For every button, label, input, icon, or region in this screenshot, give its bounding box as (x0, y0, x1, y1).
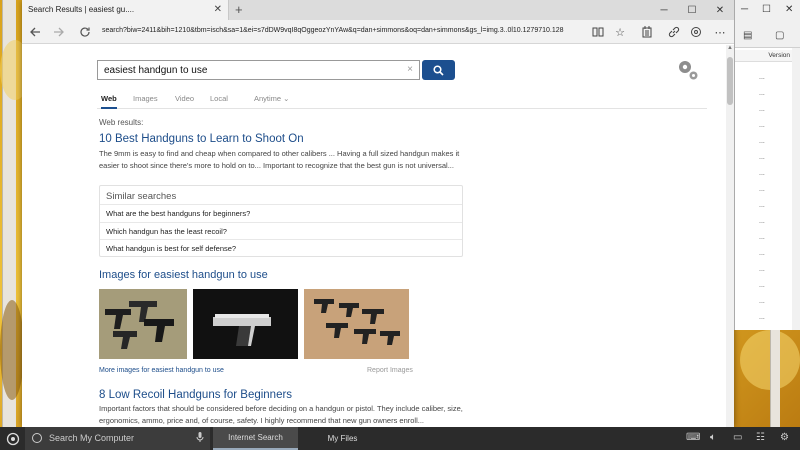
settings-icon[interactable]: ⚙ (780, 432, 789, 443)
taskbar-search-box[interactable]: Search My Computer (25, 427, 210, 450)
display-icon[interactable]: ▭ (733, 432, 742, 443)
version-cell: ... (759, 170, 765, 177)
close-button[interactable]: ✕ (706, 0, 734, 20)
search-vertical-tabs: Web Images Video Local Anytime ⌄ (97, 93, 707, 109)
version-cell: ... (759, 298, 765, 305)
toolbar-chevron-icon[interactable]: ▤ (743, 30, 752, 41)
similar-searches-heading: Similar searches (106, 191, 177, 202)
start-button[interactable] (4, 430, 22, 448)
window-controls: ─ ☐ ✕ (650, 0, 734, 20)
column-header-version[interactable]: Version (735, 50, 793, 62)
desktop-foliage (0, 300, 24, 400)
microphone-icon[interactable] (196, 431, 204, 446)
result-title-link[interactable]: 8 Low Recoil Handguns for Beginners (99, 389, 292, 401)
result-snippet: Important factors that should be conside… (99, 404, 463, 425)
similar-search-item[interactable]: Which handgun has the least recoil? (100, 222, 462, 239)
similar-search-item[interactable]: What are the best handguns for beginners… (100, 204, 462, 221)
vertical-scrollbar[interactable]: ▲ (726, 45, 734, 427)
navigation-bar: search?biw=2411&bih=1210&tbm=isch&sa=1&e… (22, 20, 734, 44)
tab-search-results[interactable]: Search Results | easiest gu.... ✕ (22, 0, 229, 20)
favorite-star-icon[interactable]: ☆ (612, 24, 628, 40)
more-images-link[interactable]: More images for easiest handgun to use (99, 367, 224, 374)
image-thumbnail[interactable] (99, 289, 187, 359)
similar-searches-box: Similar searches What are the best handg… (99, 185, 463, 257)
desktop-tree-trunk (770, 330, 780, 427)
search-button[interactable] (422, 60, 455, 80)
version-cell: ... (759, 250, 765, 257)
refresh-icon[interactable] (76, 23, 94, 41)
version-cell: ... (759, 234, 765, 241)
version-cell: ... (759, 122, 765, 129)
result-snippet: The 9mm is easy to find and cheap when c… (99, 149, 460, 170)
scrollbar-thumb[interactable] (727, 57, 733, 105)
browser-window: Search Results | easiest gu.... ✕ + ─ ☐ … (22, 0, 734, 427)
report-images-link[interactable]: Report Images (367, 367, 413, 374)
background-window-titlebar: ─ ☐ ✕ ▤ ▢ (735, 0, 800, 48)
minimize-button[interactable]: ─ (741, 4, 748, 15)
tab-anytime[interactable]: Anytime ⌄ (254, 94, 289, 103)
search-ring-icon (32, 433, 42, 443)
web-results-label: Web results: (99, 118, 144, 127)
version-cell: ... (759, 266, 765, 273)
version-cell: ... (759, 218, 765, 225)
version-cell: ... (759, 202, 765, 209)
address-bar[interactable]: search?biw=2411&bih=1210&tbm=isch&sa=1&e… (102, 24, 602, 40)
search-input[interactable]: easiest handgun to use × (97, 60, 420, 80)
reading-view-icon[interactable] (590, 24, 606, 40)
version-cell: ... (759, 106, 765, 113)
version-cell: ... (759, 74, 765, 81)
version-cell: ... (759, 138, 765, 145)
keyboard-icon[interactable]: ⌨ (686, 432, 700, 443)
tab-bar: Search Results | easiest gu.... ✕ + ─ ☐ … (22, 0, 734, 20)
new-tab-icon[interactable]: + (235, 2, 243, 17)
tab-video[interactable]: Video (175, 94, 194, 103)
start-icon (6, 432, 20, 446)
tab-web[interactable]: Web (101, 94, 117, 109)
version-cell: ... (759, 314, 765, 321)
close-button[interactable]: ✕ (785, 4, 793, 15)
tab-title: Search Results | easiest gu.... (28, 5, 135, 14)
search-query: easiest handgun to use (104, 65, 208, 76)
version-cell: ... (759, 154, 765, 161)
more-menu-icon[interactable]: ⋯ (712, 24, 728, 40)
version-cell: ... (759, 282, 765, 289)
taskbar-search-placeholder: Search My Computer (49, 433, 135, 443)
settings-gear-icon[interactable] (676, 58, 700, 88)
tab-local[interactable]: Local (210, 94, 228, 103)
image-thumbnail[interactable] (304, 289, 409, 359)
search-icon (433, 64, 444, 76)
image-thumbnail[interactable] (193, 289, 298, 359)
tab-close-icon[interactable]: ✕ (214, 4, 222, 15)
vertical-scrollbar[interactable] (792, 48, 800, 330)
maximize-button[interactable]: ☐ (762, 4, 771, 15)
minimize-button[interactable]: ─ (650, 0, 678, 20)
tab-images[interactable]: Images (133, 94, 158, 103)
taskbar-item-my-files[interactable]: My Files (300, 427, 385, 450)
share-link-icon[interactable] (666, 24, 682, 40)
result-title-link[interactable]: 10 Best Handguns to Learn to Shoot On (99, 133, 304, 145)
background-window: ─ ☐ ✕ ▤ ▢ Version ......................… (734, 0, 800, 330)
taskbar-item-internet-search[interactable]: Internet Search (213, 427, 298, 450)
page-content: easiest handgun to use × Web Images Vide… (22, 45, 726, 427)
similar-search-item[interactable]: What handgun is best for self defense? (100, 239, 462, 256)
version-cell: ... (759, 90, 765, 97)
scroll-up-arrow-icon[interactable]: ▲ (726, 45, 734, 53)
version-cell: ... (759, 186, 765, 193)
toolbar-pin-icon[interactable]: ▢ (775, 30, 784, 41)
feedback-icon[interactable] (688, 24, 704, 40)
volume-icon[interactable]: 🔈︎ (710, 432, 716, 443)
maximize-button[interactable]: ☐ (678, 0, 706, 20)
hub-icon[interactable] (639, 24, 655, 40)
back-arrow-icon[interactable] (26, 23, 44, 41)
images-section-heading[interactable]: Images for easiest handgun to use (99, 269, 268, 281)
taskbar: Search My Computer Internet Search My Fi… (0, 427, 800, 450)
network-icon[interactable]: ☷ (756, 432, 765, 443)
forward-arrow-icon[interactable] (50, 23, 68, 41)
clear-search-icon[interactable]: × (407, 64, 413, 75)
